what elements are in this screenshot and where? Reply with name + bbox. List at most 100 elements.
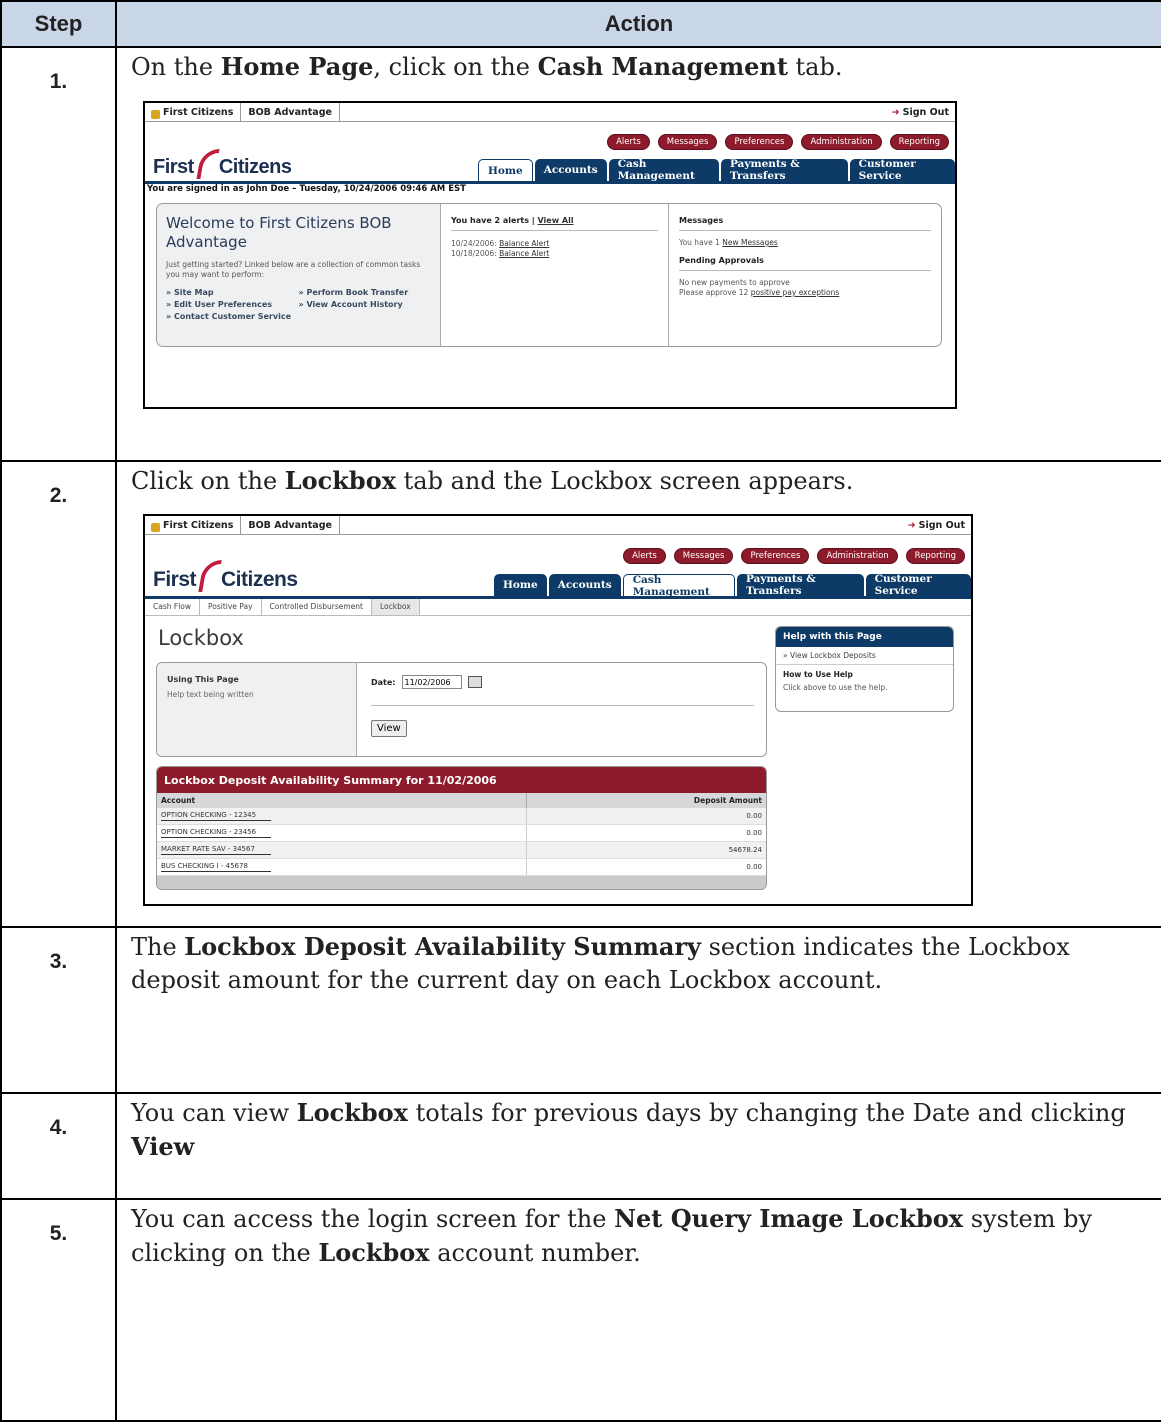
account-link[interactable]: OPTION CHECKING - 23456 — [161, 828, 271, 838]
deposit-amount-column-header: Deposit Amount — [526, 793, 766, 808]
step-text: You can access the login screen for the … — [131, 1204, 1093, 1267]
welcome-section: Welcome to First Citizens BOB Advantage … — [157, 204, 441, 346]
step-number: 5. — [49, 1222, 68, 1245]
step-number: 1. — [49, 70, 68, 93]
how-to-use-help-heading: How to Use Help — [783, 670, 853, 679]
messages-button[interactable]: Messages — [673, 548, 734, 564]
deposit-table: Account Deposit Amount OPTION CHECKING -… — [157, 793, 766, 876]
view-all-alerts-link[interactable]: View All — [538, 216, 574, 225]
arrow-right-icon: ➜ — [907, 519, 916, 531]
tab-payments-transfers[interactable]: Payments & Transfers — [736, 573, 864, 597]
perform-book-transfer-link[interactable]: » Perform Book Transfer — [299, 288, 432, 297]
tab-accounts[interactable]: Accounts — [534, 159, 607, 181]
first-citizens-logo: First Citizens — [153, 149, 292, 179]
lock-icon — [151, 109, 160, 119]
table-row: OPTION CHECKING - 12345 0.00 — [157, 808, 766, 825]
view-lockbox-deposits-link[interactable]: » View Lockbox Deposits — [776, 647, 953, 665]
signed-in-text: You are signed in as John Doe – Tuesday,… — [147, 184, 466, 194]
balance-alert-link[interactable]: Balance Alert — [499, 249, 549, 258]
step-row-2: 2. Click on the Lockbox tab and the Lock… — [0, 460, 1161, 928]
new-messages-link[interactable]: New Messages — [722, 238, 778, 247]
reporting-button[interactable]: Reporting — [905, 548, 965, 564]
tab-customer-service[interactable]: Customer Service — [865, 573, 971, 597]
edit-user-preferences-link[interactable]: » Edit User Preferences — [166, 300, 299, 309]
contact-customer-service-link[interactable]: » Contact Customer Service — [166, 312, 299, 321]
first-citizens-logo: First Citizens — [153, 560, 298, 592]
sign-out-link[interactable]: ➜ Sign Out — [908, 516, 971, 534]
welcome-title: Welcome to First Citizens BOB Advantage — [166, 214, 392, 251]
step-number: 4. — [49, 1116, 68, 1139]
welcome-text: Just getting started? Linked below are a… — [166, 260, 421, 279]
site-tab-bob[interactable]: BOB Advantage — [241, 516, 340, 534]
deposit-summary: Lockbox Deposit Availability Summary for… — [156, 766, 767, 890]
summary-footer — [157, 876, 766, 889]
account-link[interactable]: BUS CHECKING I - 45678 — [161, 862, 271, 872]
view-button[interactable]: View — [371, 720, 407, 737]
view-account-history-link[interactable]: » View Account History — [299, 300, 432, 309]
quick-links: » Site Map » Perform Book Transfer » Edi… — [166, 288, 431, 321]
step-row-1: 1. On the Home Page, click on the Cash M… — [0, 46, 1161, 462]
reporting-button[interactable]: Reporting — [889, 134, 949, 150]
site-tab-first-citizens[interactable]: First Citizens — [163, 107, 233, 118]
deposit-amount: 0.00 — [526, 858, 766, 876]
table-row: MARKET RATE SAV - 34567 54678.24 — [157, 841, 766, 859]
preferences-button[interactable]: Preferences — [741, 548, 810, 564]
tab-cash-management[interactable]: Cash Management — [608, 158, 719, 182]
tab-home[interactable]: Home — [478, 159, 533, 182]
utility-links: Alerts Messages Preferences Administrati… — [623, 548, 965, 564]
tab-accounts[interactable]: Accounts — [548, 574, 621, 596]
site-tab-first-citizens[interactable]: First Citizens — [163, 520, 233, 531]
top-strip: First Citizens BOB Advantage ➜ Sign Out — [145, 516, 971, 535]
step-text: Click on the Lockbox tab and the Lockbox… — [131, 466, 854, 495]
tab-home[interactable]: Home — [494, 574, 547, 596]
subtab-positive-pay[interactable]: Positive Pay — [200, 599, 262, 615]
home-page-screenshot: First Citizens BOB Advantage ➜ Sign Out F… — [143, 101, 957, 409]
subnav-divider — [145, 615, 971, 616]
sign-out-link[interactable]: ➜ Sign Out — [892, 103, 955, 121]
help-heading: Help with this Page — [776, 627, 953, 647]
summary-title: Lockbox Deposit Availability Summary for… — [157, 767, 766, 793]
tab-payments-transfers[interactable]: Payments & Transfers — [720, 158, 848, 182]
administration-button[interactable]: Administration — [801, 134, 882, 150]
deposit-amount: 54678.24 — [526, 841, 766, 859]
date-row: Date: — [371, 675, 752, 689]
lock-icon — [151, 522, 160, 532]
administration-button[interactable]: Administration — [817, 548, 898, 564]
subtab-cash-flow[interactable]: Cash Flow — [145, 599, 200, 615]
account-link[interactable]: MARKET RATE SAV - 34567 — [161, 845, 271, 855]
step-number: 2. — [49, 484, 68, 507]
calendar-icon[interactable] — [467, 676, 482, 688]
step-text: On the Home Page, click on the Cash Mana… — [131, 52, 843, 81]
site-tab-bob[interactable]: BOB Advantage — [241, 103, 340, 121]
tab-cash-management[interactable]: Cash Management — [622, 574, 735, 598]
lockbox-screenshot: First Citizens BOB Advantage ➜ Sign Out F… — [143, 514, 973, 906]
messages-button[interactable]: Messages — [657, 134, 718, 150]
step-row-3: 3. The Lockbox Deposit Availability Summ… — [0, 926, 1161, 1094]
account-link[interactable]: OPTION CHECKING - 12345 — [161, 811, 271, 821]
dashboard-panel: Welcome to First Citizens BOB Advantage … — [156, 203, 942, 347]
date-input[interactable] — [401, 675, 462, 689]
step-row-4: 4. You can view Lockbox totals for previ… — [0, 1092, 1161, 1200]
pending-text: No new payments to approve — [679, 278, 790, 287]
site-map-link[interactable]: » Site Map — [166, 288, 299, 297]
top-strip: First Citizens BOB Advantage ➜ Sign Out — [145, 103, 955, 122]
preferences-button[interactable]: Preferences — [725, 134, 794, 150]
alert-item: 10/18/2006: Balance Alert — [451, 249, 550, 258]
deposit-amount: 0.00 — [526, 808, 766, 825]
utility-links: Alerts Messages Preferences Administrati… — [607, 134, 949, 150]
using-this-page: Using This Page Help text being written — [157, 663, 357, 756]
subtab-lockbox[interactable]: Lockbox — [372, 599, 420, 615]
step-row-5: 5. You can access the login screen for t… — [0, 1198, 1161, 1422]
alerts-button[interactable]: Alerts — [607, 134, 650, 150]
subtab-controlled-disbursement[interactable]: Controlled Disbursement — [262, 599, 372, 615]
help-panel: Help with this Page » View Lockbox Depos… — [775, 626, 954, 712]
tab-customer-service[interactable]: Customer Service — [849, 158, 955, 182]
messages-section: Messages You have 1 New Messages Pending… — [669, 204, 941, 346]
main-nav: Home Accounts Cash Management Payments &… — [494, 573, 971, 598]
table-row: OPTION CHECKING - 23456 0.00 — [157, 824, 766, 842]
balance-alert-link[interactable]: Balance Alert — [499, 239, 549, 248]
alerts-button[interactable]: Alerts — [623, 548, 666, 564]
action-header: Action — [115, 0, 1161, 48]
positive-pay-exceptions-link[interactable]: positive pay exceptions — [751, 288, 840, 297]
arrow-right-icon: ➜ — [891, 106, 900, 118]
